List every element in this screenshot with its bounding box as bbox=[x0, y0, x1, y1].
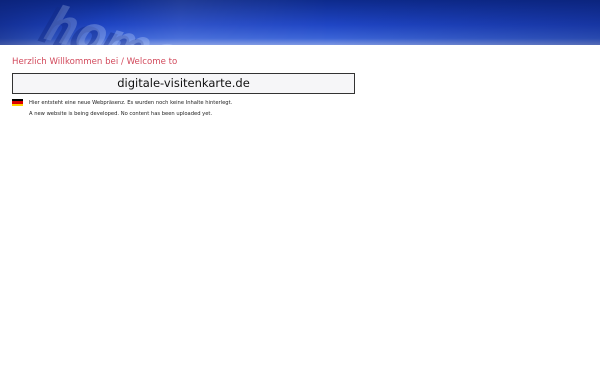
domain-name: digitale-visitenkarte.de bbox=[117, 76, 250, 90]
message-row-english: A new website is being developed. No con… bbox=[12, 109, 212, 118]
message-text-german: Hier entsteht eine neue Webpräsenz. Es w… bbox=[29, 99, 233, 106]
message-text-english: A new website is being developed. No con… bbox=[29, 110, 213, 117]
german-flag-icon bbox=[12, 99, 23, 106]
uk-flag-icon bbox=[12, 110, 23, 117]
message-row-german: Hier entsteht eine neue Webpräsenz. Es w… bbox=[12, 98, 232, 107]
domain-box: digitale-visitenkarte.de bbox=[12, 73, 355, 94]
welcome-heading: Herzlich Willkommen bei / Welcome to bbox=[12, 57, 178, 67]
header-banner: home home bbox=[0, 0, 600, 45]
banner-sheen bbox=[0, 0, 600, 45]
